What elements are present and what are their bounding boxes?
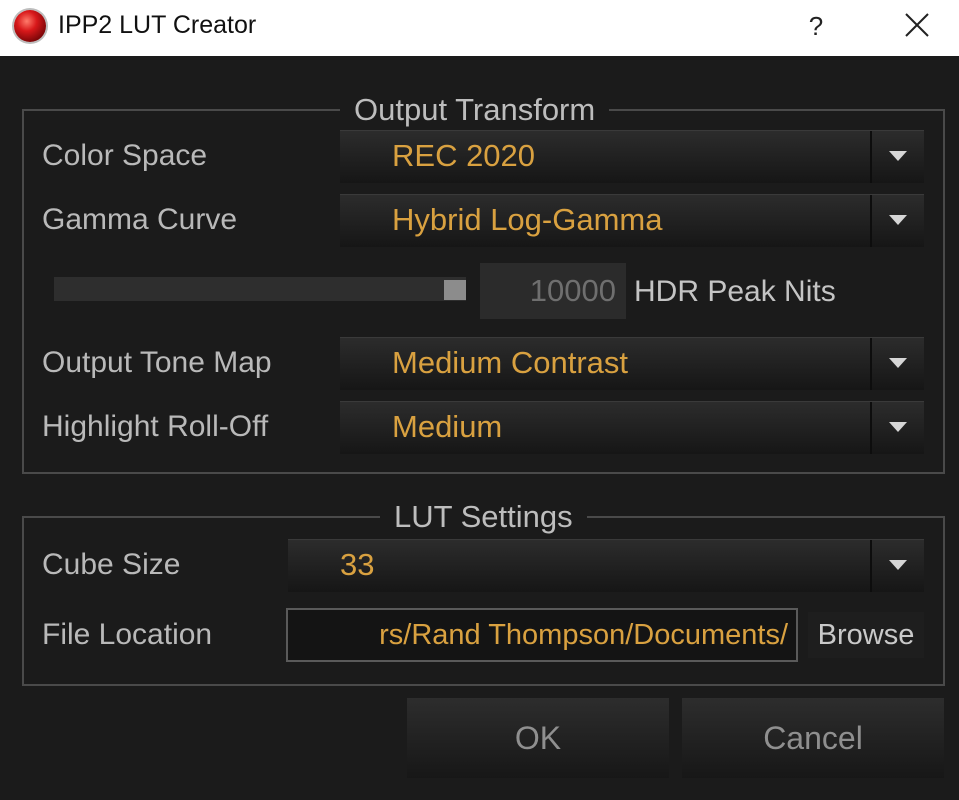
file-location-label: File Location xyxy=(42,618,213,651)
gamma-curve-dropdown[interactable]: Hybrid Log-Gamma xyxy=(340,194,924,247)
file-location-input[interactable]: rs/Rand Thompson/Documents/ xyxy=(286,608,798,662)
gamma-curve-arrow[interactable] xyxy=(870,195,924,247)
output-tone-map-arrow[interactable] xyxy=(870,338,924,390)
cube-size-value: 33 xyxy=(340,547,375,582)
help-button[interactable]: ? xyxy=(798,6,834,46)
gamma-curve-label: Gamma Curve xyxy=(42,203,238,236)
output-tone-map-dropdown[interactable]: Medium Contrast xyxy=(340,337,924,390)
highlight-rolloff-arrow[interactable] xyxy=(870,402,924,454)
highlight-rolloff-value: Medium xyxy=(392,409,503,444)
chevron-down-icon xyxy=(889,358,907,368)
hdr-peak-nits-label: HDR Peak Nits xyxy=(634,275,836,308)
hdr-peak-nits-slider-thumb[interactable] xyxy=(444,280,466,300)
cancel-button[interactable]: Cancel xyxy=(682,698,944,778)
dialog-body: Output Transform Color Space REC 2020 Ga… xyxy=(0,56,959,800)
color-space-arrow[interactable] xyxy=(870,131,924,183)
highlight-rolloff-label: Highlight Roll-Off xyxy=(42,410,269,443)
hdr-peak-nits-value: 10000 xyxy=(529,273,616,308)
lut-settings-title: LUT Settings xyxy=(380,499,587,535)
title-bar: IPP2 LUT Creator ? xyxy=(0,0,959,56)
file-location-value: rs/Rand Thompson/Documents/ xyxy=(379,619,788,651)
ok-button[interactable]: OK xyxy=(407,698,669,778)
browse-button[interactable]: Browse xyxy=(808,612,924,658)
hdr-peak-nits-input[interactable]: 10000 xyxy=(480,263,626,319)
cube-size-label: Cube Size xyxy=(42,548,181,581)
window-title: IPP2 LUT Creator xyxy=(58,11,257,39)
color-space-dropdown[interactable]: REC 2020 xyxy=(340,130,924,183)
highlight-rolloff-dropdown[interactable]: Medium xyxy=(340,401,924,454)
cube-size-arrow[interactable] xyxy=(870,540,924,592)
close-icon xyxy=(905,13,929,37)
chevron-down-icon xyxy=(889,215,907,225)
chevron-down-icon xyxy=(889,422,907,432)
color-space-value: REC 2020 xyxy=(392,138,536,173)
hdr-peak-nits-slider[interactable] xyxy=(54,277,466,301)
chevron-down-icon xyxy=(889,560,907,570)
cube-size-dropdown[interactable]: 33 xyxy=(288,539,924,592)
chevron-down-icon xyxy=(889,151,907,161)
output-tone-map-label: Output Tone Map xyxy=(42,346,272,379)
color-space-label: Color Space xyxy=(42,139,208,172)
close-button[interactable] xyxy=(895,6,939,46)
output-tone-map-value: Medium Contrast xyxy=(392,345,629,380)
output-transform-title: Output Transform xyxy=(340,92,610,128)
app-icon xyxy=(14,10,46,42)
gamma-curve-value: Hybrid Log-Gamma xyxy=(392,202,663,237)
